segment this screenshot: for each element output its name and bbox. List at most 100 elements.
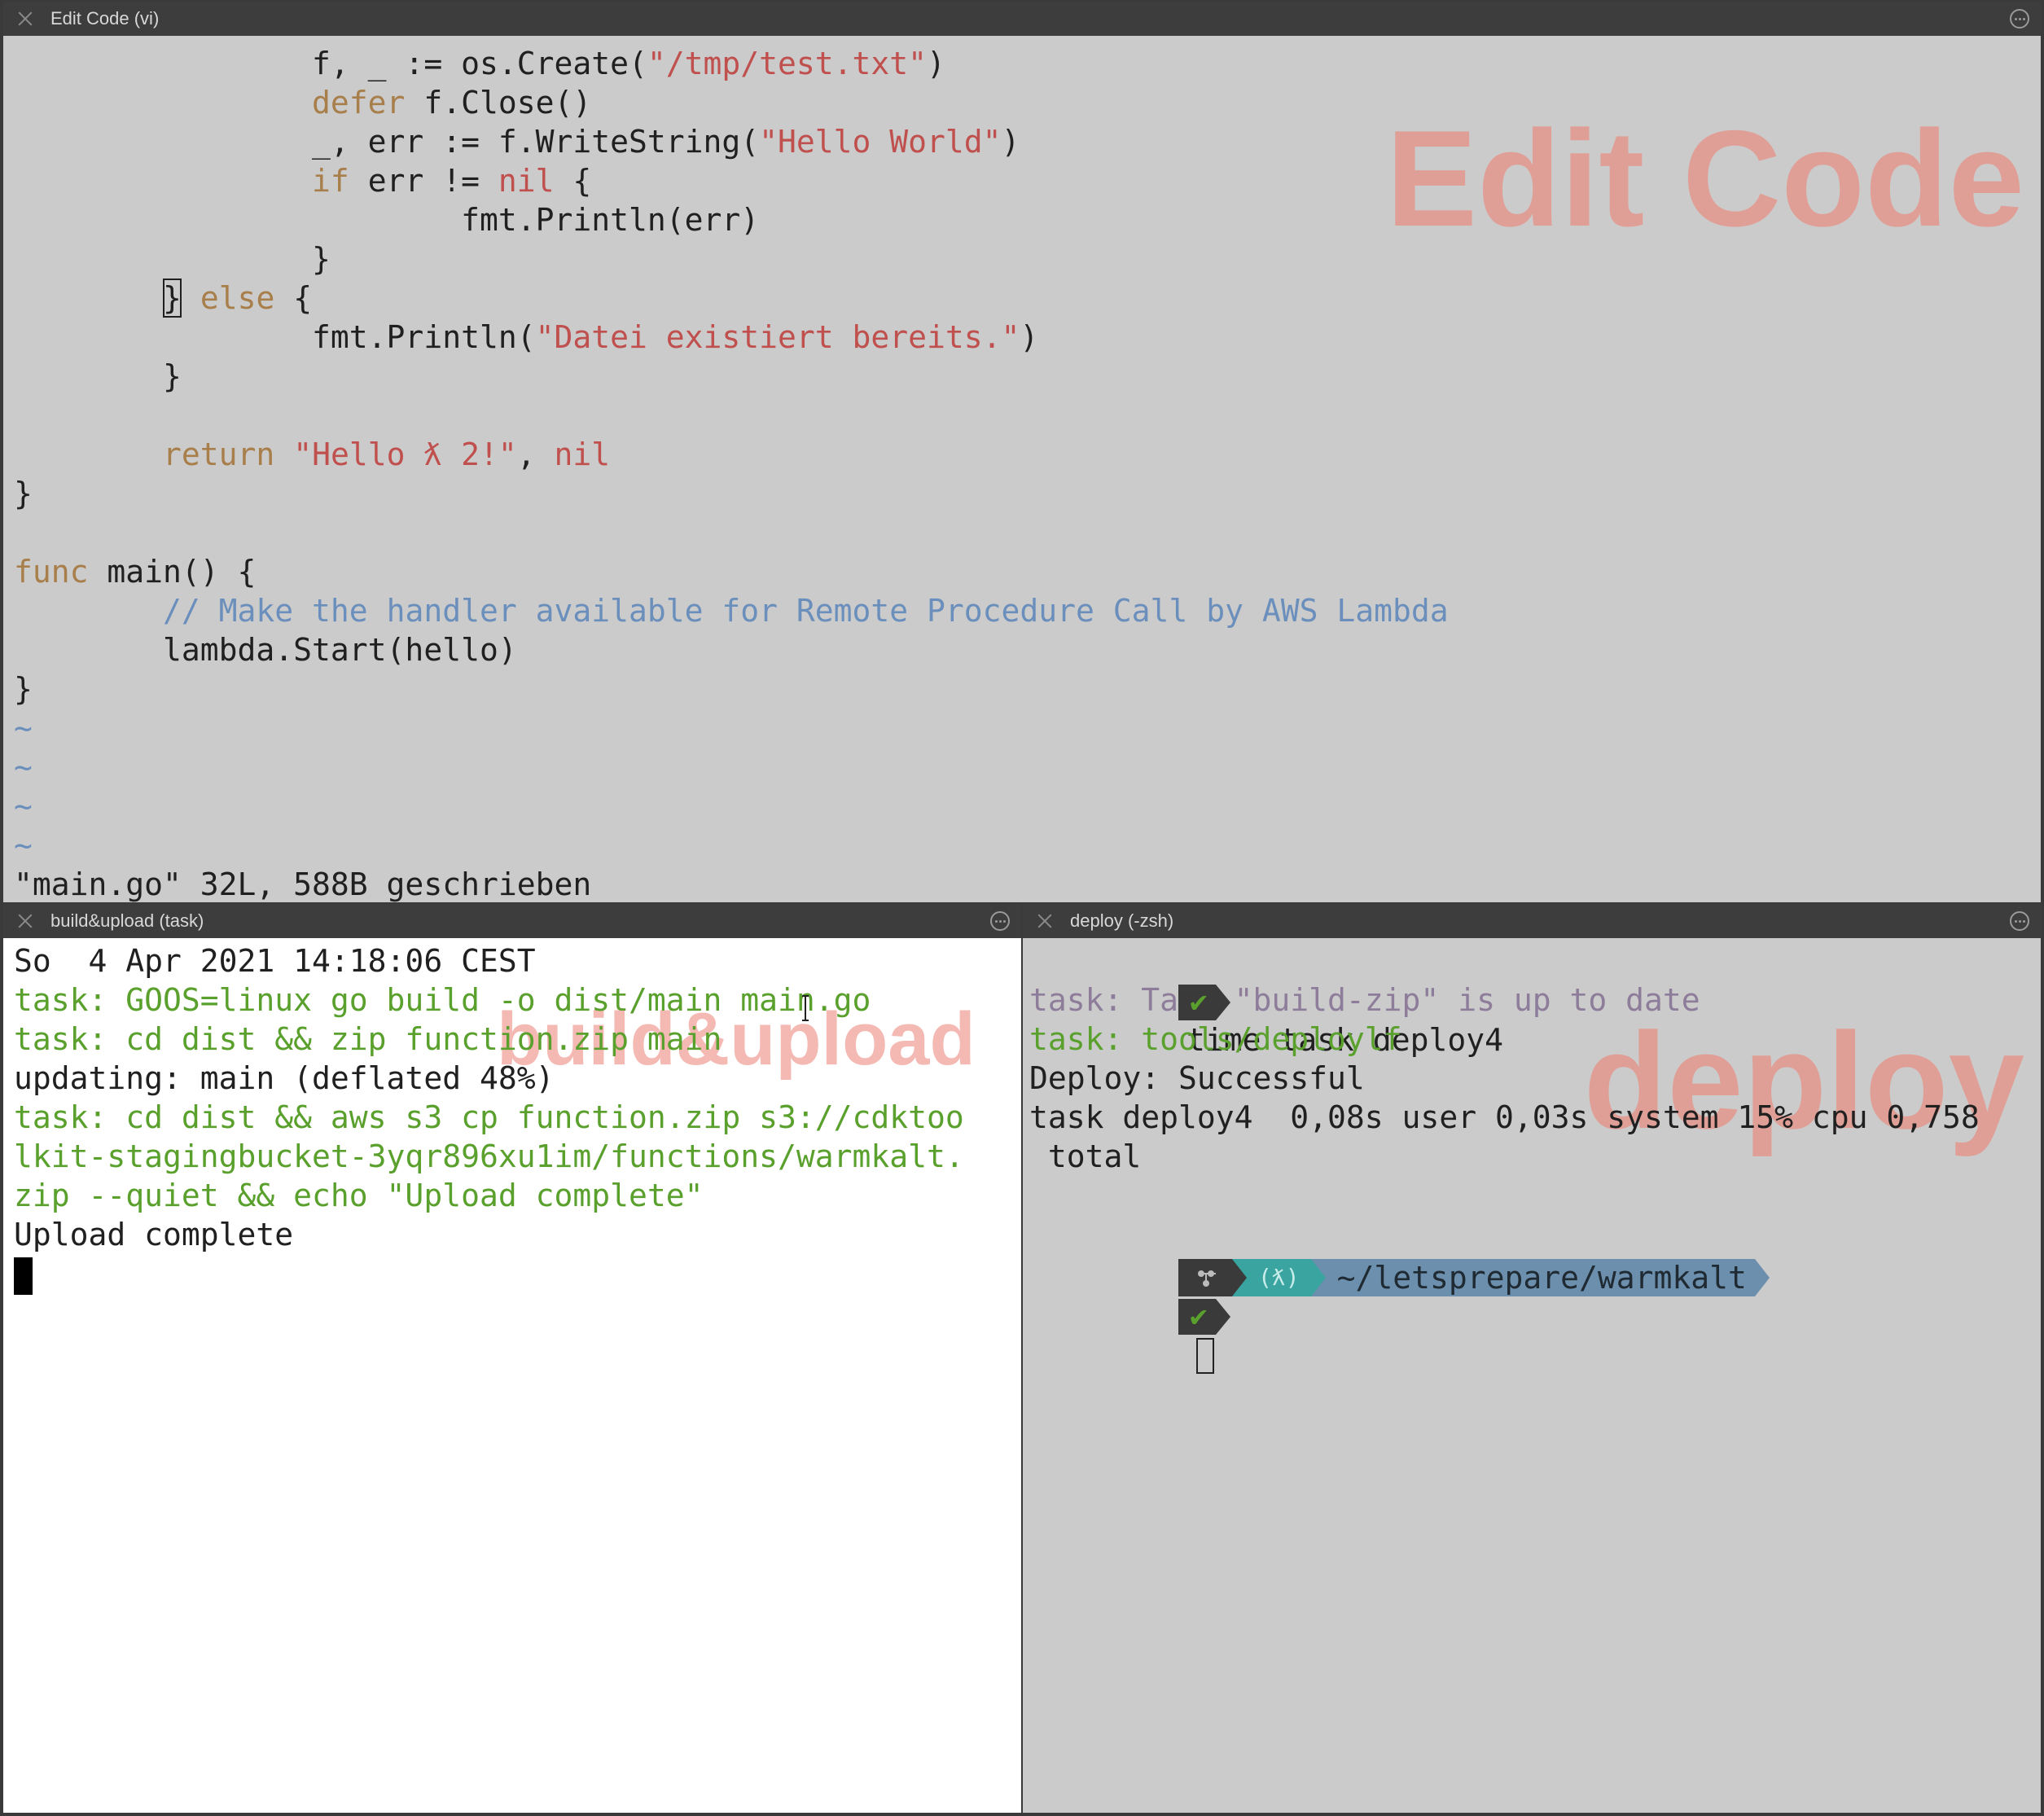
editor-line: ~ <box>14 826 1449 865</box>
editor-token: else <box>200 280 275 316</box>
git-branch-icon <box>1198 1270 1217 1287</box>
editor-line: return "Hello ƛ 2!", nil <box>14 435 1449 474</box>
editor-pane[interactable]: Edit Code (vi) Edit Code f, _ := os.Crea… <box>3 2 2041 902</box>
build-prompt-line[interactable] <box>14 1254 964 1295</box>
close-icon[interactable] <box>16 912 34 930</box>
deploy-token: total <box>1029 1138 1142 1174</box>
editor-token: { <box>274 280 313 316</box>
editor-token: ~ <box>14 710 33 746</box>
editor-token: } <box>14 358 182 394</box>
editor-token: ) <box>1020 319 1039 355</box>
editor-titlebar: Edit Code (vi) <box>3 2 2041 36</box>
build-line: Upload complete <box>14 1215 964 1254</box>
deploy-token: Deploy: Successful <box>1029 1060 1365 1096</box>
editor-token: , <box>516 436 555 472</box>
build-token: Upload complete <box>14 1217 294 1252</box>
lambda-segment: (ƛ) <box>1247 1258 1311 1296</box>
deploy-line: task: Task "build-zip" is up to date <box>1029 980 1980 1020</box>
status-segment: ✔ <box>1178 984 1216 1020</box>
editor-line: } <box>14 357 1449 396</box>
editor-token: err != <box>349 163 498 199</box>
editor-token: return <box>163 436 275 472</box>
editor-token: func <box>14 554 89 590</box>
build-line: So 4 Apr 2021 14:18:06 CEST <box>14 941 964 980</box>
build-token: task: cd dist && zip function.zip main <box>14 1021 722 1057</box>
editor-token: f, _ := os.Create( <box>14 46 647 81</box>
ellipsis-circle-icon[interactable] <box>2010 911 2029 931</box>
editor-line: fmt.Println("Datei existiert bereits.") <box>14 318 1449 357</box>
editor-token: } <box>14 671 33 707</box>
deploy-content[interactable]: deploy ✔ time task deploy4 task: Task "b… <box>1023 938 2041 1813</box>
deploy-line: task: tools/deploylf <box>1029 1020 1980 1059</box>
status-segment: ✔ <box>1178 1298 1216 1335</box>
editor-token: defer <box>312 85 406 121</box>
build-line: task: cd dist && aws s3 cp function.zip … <box>14 1098 964 1137</box>
build-pane[interactable]: build&upload (task) build&upload So 4 Ap… <box>3 904 1021 1813</box>
editor-line: } <box>14 669 1449 708</box>
editor-title: Edit Code (vi) <box>50 8 160 29</box>
editor-line: } <box>14 474 1449 513</box>
deploy-token: task deploy4 0,08s user 0,03s system 15%… <box>1029 1099 1980 1135</box>
editor-token: ) <box>1001 124 1020 160</box>
editor-token: ) <box>927 46 945 81</box>
ellipsis-circle-icon[interactable] <box>2010 9 2029 29</box>
editor-token <box>14 593 163 629</box>
build-content[interactable]: build&upload So 4 Apr 2021 14:18:06 CEST… <box>3 938 1021 1813</box>
editor-code-lines: f, _ := os.Create("/tmp/test.txt") defer… <box>14 44 1449 902</box>
terminal-cursor[interactable] <box>1196 1338 1215 1374</box>
editor-token: { <box>554 163 592 199</box>
close-icon[interactable] <box>16 10 34 28</box>
ellipsis-circle-icon[interactable] <box>990 911 1010 931</box>
editor-token: } <box>14 476 33 511</box>
deploy-titlebar: deploy (-zsh) <box>1023 904 2041 938</box>
editor-line: ~ <box>14 708 1449 748</box>
editor-token: ~ <box>14 749 33 785</box>
editor-line: lambda.Start(hello) <box>14 630 1449 669</box>
build-line: task: GOOS=linux go build -o dist/main m… <box>14 980 964 1020</box>
build-token: lkit-stagingbucket-3yqr896xu1im/function… <box>14 1138 964 1174</box>
build-output-lines: So 4 Apr 2021 14:18:06 CEST task: GOOS=li… <box>14 941 964 1295</box>
close-icon[interactable] <box>1036 912 1054 930</box>
editor-watermark: Edit Code <box>1386 102 2024 255</box>
editor-token: main() { <box>88 554 257 590</box>
editor-line: fmt.Println(err) <box>14 200 1449 239</box>
editor-token: } <box>163 279 182 318</box>
editor-token: // Make the handler available for Remote… <box>163 593 1449 629</box>
editor-token: ~ <box>14 827 33 863</box>
build-token: task: cd dist && aws s3 cp function.zip … <box>14 1099 964 1135</box>
editor-token: "Hello World" <box>759 124 1002 160</box>
editor-token: "Hello ƛ 2!" <box>293 436 517 472</box>
deploy-pane[interactable]: deploy (-zsh) deploy ✔ time task deploy4… <box>1023 904 2041 1813</box>
build-line: task: cd dist && zip function.zip main <box>14 1020 964 1059</box>
terminal-cursor[interactable] <box>14 1257 33 1295</box>
editor-token: fmt.Println( <box>14 319 536 355</box>
editor-line: "main.go" 32L, 588B geschrieben <box>14 865 1449 902</box>
editor-line: ~ <box>14 787 1449 826</box>
text-cursor-icon <box>801 995 809 1021</box>
editor-line: f, _ := os.Create("/tmp/test.txt") <box>14 44 1449 83</box>
editor-token <box>14 163 312 199</box>
editor-content[interactable]: Edit Code f, _ := os.Create("/tmp/test.t… <box>3 36 2041 902</box>
build-line: zip --quiet && echo "Upload complete" <box>14 1176 964 1215</box>
build-titlebar: build&upload (task) <box>3 904 1021 938</box>
lambda-badge: (ƛ) <box>1258 1263 1300 1291</box>
build-line: lkit-stagingbucket-3yqr896xu1im/function… <box>14 1137 964 1176</box>
editor-token: "main.go" 32L, 588B geschrieben <box>14 866 592 902</box>
editor-line: // Make the handler available for Remote… <box>14 591 1449 630</box>
git-segment <box>1178 1258 1233 1296</box>
build-token: So 4 Apr 2021 14:18:06 CEST <box>14 943 536 979</box>
editor-token: fmt.Println(err) <box>14 202 760 238</box>
editor-line: } else { <box>14 279 1449 318</box>
editor-line: _, err := f.WriteString("Hello World") <box>14 122 1449 161</box>
editor-token <box>14 436 163 472</box>
deploy-title: deploy (-zsh) <box>1070 910 1174 931</box>
checkmark-icon: ✔ <box>1190 1299 1208 1333</box>
editor-token: if <box>312 163 349 199</box>
editor-token <box>14 85 312 121</box>
checkmark-icon: ✔ <box>1190 985 1208 1019</box>
path-segment: ~/letsprepare/warmkalt <box>1325 1258 1755 1296</box>
deploy-token: task: tools/deploylf <box>1029 1021 1402 1057</box>
